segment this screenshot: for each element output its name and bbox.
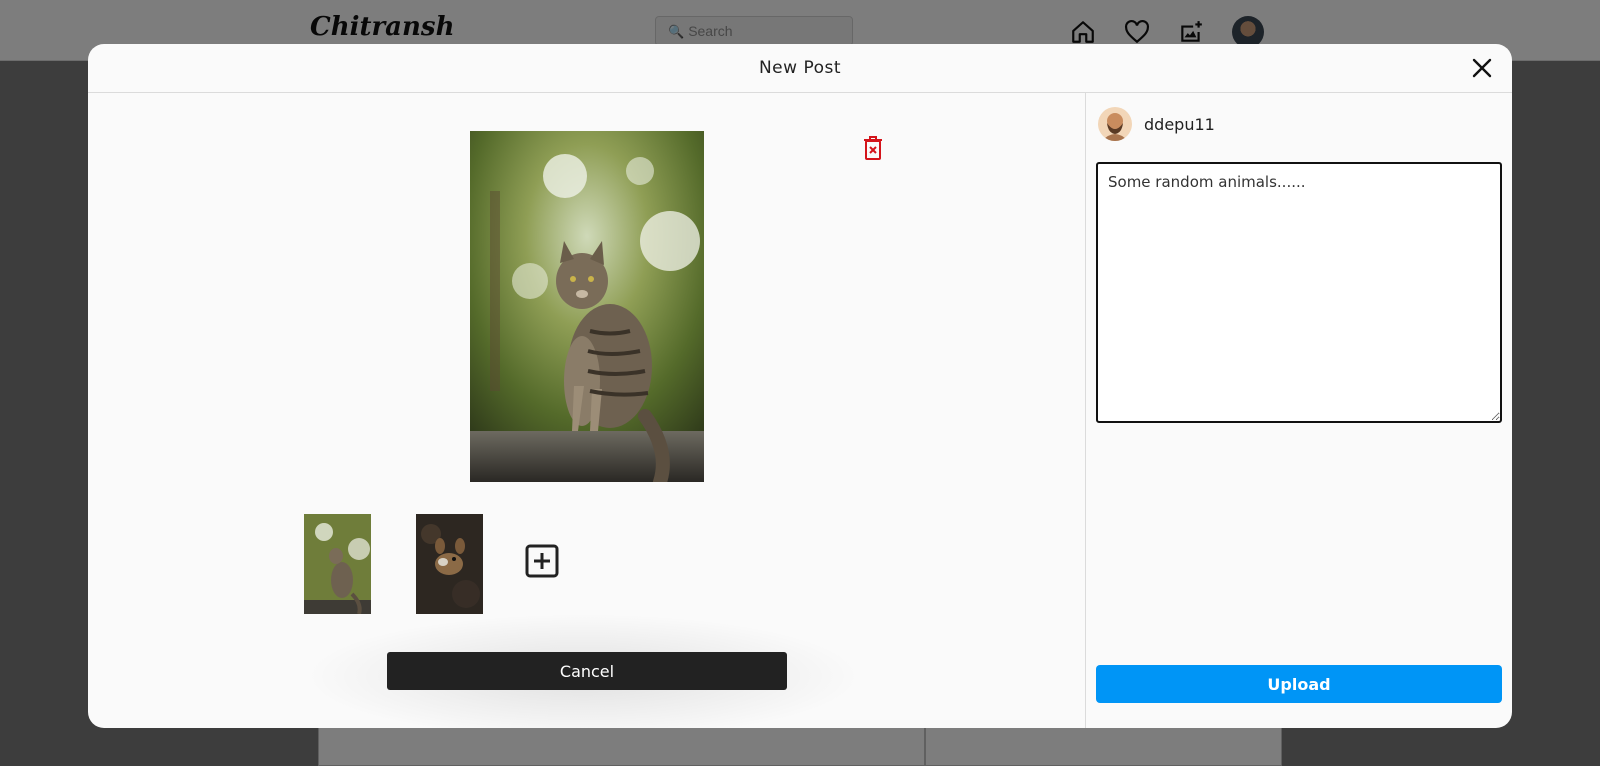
modal-header: New Post bbox=[88, 44, 1512, 93]
user-avatar[interactable] bbox=[1098, 107, 1132, 141]
modal-body: Cancel ddepu11 Upload bbox=[88, 93, 1512, 728]
modal-title: New Post bbox=[758, 58, 842, 78]
image-pane: Cancel bbox=[88, 93, 1086, 728]
post-details-pane: ddepu11 Upload bbox=[1086, 93, 1512, 728]
thumbnail-animal[interactable] bbox=[416, 514, 483, 614]
user-row: ddepu11 bbox=[1098, 107, 1215, 141]
selected-photo bbox=[470, 131, 704, 482]
delete-icon[interactable] bbox=[862, 135, 884, 161]
username[interactable]: ddepu11 bbox=[1144, 115, 1215, 134]
thumbnail-cat[interactable] bbox=[304, 514, 371, 614]
new-post-modal: New Post Cancel ddepu11 Some random anim… bbox=[88, 44, 1512, 728]
close-icon[interactable] bbox=[1470, 56, 1494, 80]
cancel-button[interactable]: Cancel bbox=[387, 652, 787, 690]
add-image-icon[interactable] bbox=[525, 544, 559, 578]
upload-button[interactable]: Upload bbox=[1096, 665, 1502, 703]
caption-textarea[interactable] bbox=[1096, 162, 1502, 423]
